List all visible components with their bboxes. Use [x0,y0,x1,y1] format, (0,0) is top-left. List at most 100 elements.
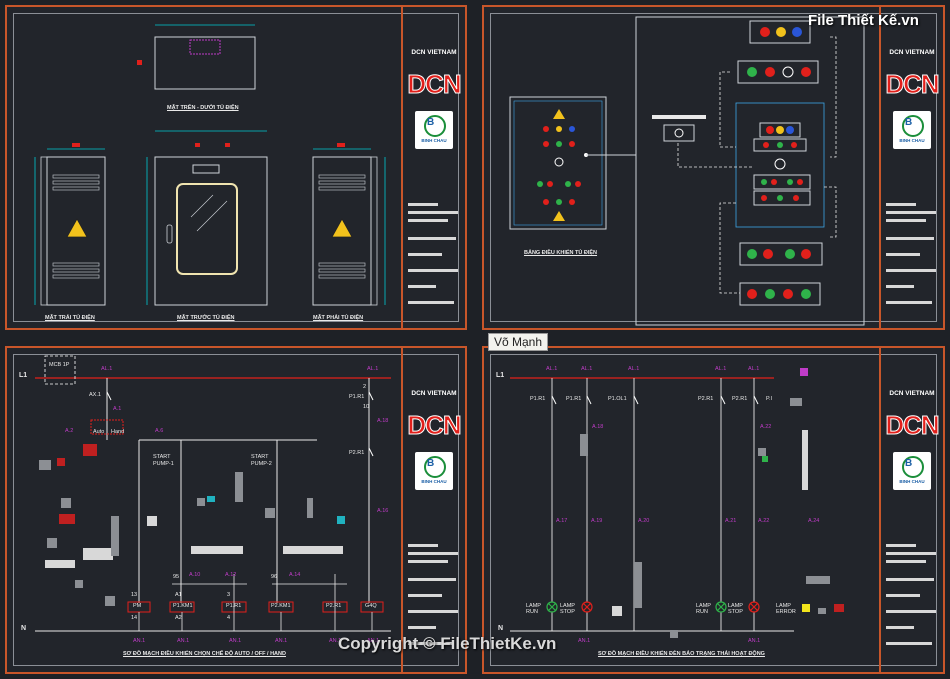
copyright-watermark: Copyright © FileThietKe.vn [338,634,557,653]
coil-g4q: G4Q [365,603,377,609]
label-hand: Hand [111,429,125,435]
dcn-logo: DCN [885,69,940,100]
contact-13: 13 [131,592,138,598]
mcb-box [44,355,76,385]
wire-a21: A.21 [725,518,737,524]
control-panel-drawing [509,16,865,326]
wire-a18: A.18 [592,424,604,430]
label-auto: Auto [93,429,105,435]
caption-mode-circuit: SƠ ĐỒ MẠCH ĐIỀU KHIỂN CHỌN CHẾ ĐỘ AUTO /… [123,651,286,657]
top-label-2: AL.1 [581,366,593,372]
pixelated-region [39,444,345,606]
contact-3: 3 [227,592,231,598]
coil-p1r1: P1.R1 [226,603,242,609]
label-a1: A.1 [113,406,122,412]
wire-a22b: A.22 [758,518,770,524]
site-watermark: File Thiết Kế.vn [808,12,919,29]
coil-p2km1: P2.KM1 [271,603,291,609]
lamp-circuit-drawing [510,368,844,638]
label-ax1: AX.1 [89,392,101,398]
lamp-stop-2: LAMP STOP [728,603,743,615]
leader-lines [677,36,837,294]
title-block: DCN VIETNAM DCN B BINH CHAU [879,348,943,672]
binh-chau-logo: B BINH CHAU [893,111,931,149]
company-name: DCN VIETNAM [889,390,935,397]
contact-a2: A2 [175,615,182,621]
sheet-cabinet-views: MẶT TRÊN - DƯỚI TỦ ĐIỆN MẶT TRÁI TỦ ĐIỆN… [5,5,467,330]
wire-a19: A.19 [591,518,603,524]
cabinet-views-drawing [34,24,386,306]
drawing-canvas: { "company": "DCN VIETNAM", "brand": "DC… [0,0,950,679]
label-start-1: START [153,454,171,460]
title-block: DCN VIETNAM DCN B BINH CHAU [401,7,465,328]
mcb-label: MCB 1P [49,362,70,368]
label-a10: A.10 [189,572,201,578]
label-a16: A.16 [377,508,389,514]
node-al1-b: AL.1 [367,366,379,372]
label-pump-1: PUMP-1 [153,461,174,467]
sheet-mode-circuit: L1 N MCB 1P AL.1 AL.1 AX.1 A.1 A.2 A.6 A… [5,346,467,674]
contact-95: 95 [173,574,180,580]
l1-label: L1 [496,372,505,379]
label-a12: A.12 [225,572,237,578]
lamp-stop-1: LAMP STOP [560,603,575,615]
caption-front-view: MẶT TRƯỚC TỦ ĐIỆN [177,315,235,321]
n-label-1: AN.1 [578,638,591,644]
caption-left-view: MẶT TRÁI TỦ ĐIỆN [45,315,95,321]
caption-top-view: MẶT TRÊN - DƯỚI TỦ ĐIỆN [167,105,239,111]
n-label-3: AN.1 [229,638,242,644]
right-warning-sign [331,218,353,238]
coil-p1km1: P1.KM1 [173,603,193,609]
button-groups [735,20,825,306]
author-tag: Võ Mạnh [488,333,549,351]
top-view-gland [189,39,221,55]
lamp-run-1: LAMP RUN [526,603,541,615]
n-label: N [498,625,504,632]
n-label-2: AN.1 [177,638,190,644]
label-p2r1: P2.R1 [349,450,365,456]
panel-pilot-lamps [537,126,581,205]
top-label-1: AL.1 [546,366,558,372]
coil-p2r1: P2.R1 [326,603,342,609]
n-label-1: AN.1 [133,638,146,644]
top-label-3: AL.1 [628,366,640,372]
contact-2: 2 [363,384,367,390]
sheet-lamp-circuit: L1 N AL.1 AL.1 AL.1 AL.1 AL.1 P1.R1 P1.R… [482,346,945,674]
l1-label: L1 [19,372,28,379]
contact-pi: P.I [766,396,773,402]
dcn-logo: DCN [407,69,462,100]
coil-boxes [127,601,384,613]
top-view-tag [137,60,142,65]
n-label: N [21,625,27,632]
n-label-2: AN.1 [748,638,761,644]
binh-chau-logo: B BINH CHAU [893,452,931,490]
company-name: DCN VIETNAM [411,390,457,397]
lamp-run-2: LAMP RUN [696,603,711,615]
wire-a22: A.22 [760,424,772,430]
label-a18: A.18 [377,418,389,424]
binh-chau-logo: B BINH CHAU [415,111,453,149]
coil-pm: PM [133,603,142,609]
label-a14: A.14 [289,572,301,578]
mode-circuit-drawing [35,355,391,632]
contact-p2r1-a: P2.R1 [698,396,714,402]
caption-right-view: MẶT PHẢI TỦ ĐIỆN [313,315,364,321]
pixelated-region [580,368,844,638]
contact-p1ol1: P1.OL1 [608,396,627,402]
company-name: DCN VIETNAM [889,49,935,56]
contact-14: 14 [131,615,138,621]
left-warning-sign [66,218,88,238]
contact-96: 96 [271,574,278,580]
contact-10: 10 [363,404,370,410]
dcn-logo: DCN [407,410,462,441]
dcn-logo: DCN [885,410,940,441]
title-block: DCN VIETNAM DCN B BINH CHAU [401,348,465,672]
binh-chau-logo: B BINH CHAU [415,452,453,490]
node-al1-a: AL.1 [101,366,113,372]
title-block: DCN VIETNAM DCN B BINH CHAU [879,7,943,328]
label-pump-2: PUMP-2 [251,461,272,467]
label-a2: A.2 [65,428,74,434]
label-a6: A.6 [155,428,164,434]
contact-a1: A1 [175,592,182,598]
wire-a20: A.20 [638,518,650,524]
